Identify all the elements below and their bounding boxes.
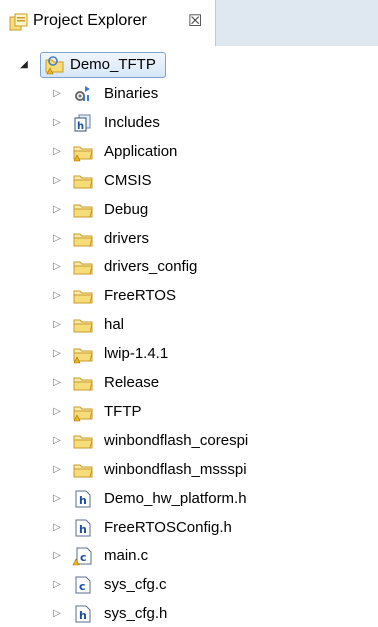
c-file-icon: c [72, 575, 94, 595]
tree-item-label: lwip-1.4.1 [104, 345, 169, 363]
svg-text:c: c [79, 580, 86, 593]
folder-icon [72, 171, 94, 191]
expand-arrow-icon[interactable]: ◢ [19, 59, 29, 71]
expand-arrow-icon[interactable]: ▷ [52, 406, 62, 418]
project-explorer-icon [9, 13, 29, 33]
tab-title: Project Explorer [33, 12, 147, 29]
expand-arrow-icon[interactable]: ▷ [52, 88, 62, 100]
folder-icon [72, 286, 94, 306]
binaries-icon [72, 84, 94, 104]
tree-item[interactable]: ▷ Application [0, 139, 378, 165]
folder-warning-icon [72, 344, 94, 364]
tab-project-explorer[interactable]: Project Explorer ☒ [0, 0, 216, 46]
folder-icon [72, 229, 94, 249]
close-icon[interactable]: ☒ [188, 11, 202, 31]
folder-icon [72, 315, 94, 335]
tree-item-label: Demo_hw_platform.h [104, 489, 247, 507]
header-file-icon: h [72, 518, 94, 538]
expand-arrow-icon[interactable]: ▷ [52, 608, 62, 620]
tree-item[interactable]: ▷ CMSIS [0, 168, 378, 194]
tree-item-label: drivers [104, 229, 150, 247]
svg-text:c: c [80, 551, 87, 564]
header-file-icon: h [72, 604, 94, 624]
tree-item-label: FreeRTOS [104, 287, 176, 305]
tree-item-label: Debug [104, 200, 149, 218]
expand-arrow-icon[interactable]: ▷ [52, 175, 62, 187]
tree-item[interactable]: ▷ c main.c [0, 543, 378, 569]
expand-arrow-icon[interactable]: ▷ [52, 319, 62, 331]
tree-item[interactable]: ▷ winbondflash_corespi [0, 428, 378, 454]
folder-icon [72, 431, 94, 451]
tree-item[interactable]: ▷ Release [0, 370, 378, 396]
tree-item[interactable]: ▷ h Demo_hw_platform.h [0, 486, 378, 512]
expand-arrow-icon[interactable]: ▷ [52, 261, 62, 273]
tree-item-label: Binaries [104, 85, 159, 102]
tree-item[interactable]: ▷ TFTP [0, 399, 378, 425]
tree-item-label: TFTP [104, 402, 142, 420]
tree-item-label: Includes [104, 113, 160, 131]
expand-arrow-icon[interactable]: ▷ [52, 377, 62, 389]
tree-root-demo-tftp[interactable]: ◢ Demo_TFTP [0, 52, 378, 78]
svg-text:h: h [79, 494, 87, 507]
tree-item-label: hal [104, 316, 125, 334]
tree-item[interactable]: ▷ FreeRTOS [0, 283, 378, 309]
expand-arrow-icon[interactable]: ▷ [52, 435, 62, 447]
project-tree: ◢ Demo_TFTP ▷ Binaries ▷ h Includes ▷ Applicat… [0, 46, 378, 626]
tree-item-label: Release [104, 374, 160, 391]
expand-arrow-icon[interactable]: ▷ [52, 579, 62, 591]
tree-item[interactable]: ▷ Binaries [0, 81, 378, 107]
tree-item-label: CMSIS [104, 171, 152, 189]
tree-item[interactable]: ▷ h FreeRTOSConfig.h [0, 515, 378, 541]
tree-item[interactable]: ▷ h Includes [0, 110, 378, 136]
svg-text:h: h [77, 121, 84, 132]
expand-arrow-icon[interactable]: ▷ [52, 348, 62, 360]
tree-item-label: winbondflash_mssspi [104, 460, 247, 478]
tree-item[interactable]: ▷ hal [0, 312, 378, 338]
expand-arrow-icon[interactable]: ▷ [52, 522, 62, 534]
expand-arrow-icon[interactable]: ▷ [52, 464, 62, 476]
folder-warning-icon [72, 402, 94, 422]
tree-item[interactable]: ▷ winbondflash_mssspi [0, 457, 378, 483]
expand-arrow-icon[interactable]: ▷ [52, 290, 62, 302]
tree-item-label: winbondflash_corespi [104, 431, 249, 449]
tree-item[interactable]: ▷ drivers_config [0, 254, 378, 280]
folder-icon [72, 200, 94, 220]
tree-item-label: sys_cfg.h [104, 605, 168, 623]
includes-icon: h [72, 113, 94, 133]
project-folder-warning-icon [44, 55, 66, 75]
folder-icon [72, 373, 94, 393]
tree-item[interactable]: ▷ lwip-1.4.1 [0, 341, 378, 367]
tree-item[interactable]: ▷ drivers [0, 226, 378, 252]
tree-item-label: Application [104, 142, 178, 160]
svg-text:h: h [79, 609, 87, 622]
expand-arrow-icon[interactable]: ▷ [52, 204, 62, 216]
tree-item-label: main.c [104, 547, 149, 565]
tree-item-label: drivers_config [104, 258, 198, 276]
tree-item[interactable]: ▷ c sys_cfg.c [0, 572, 378, 598]
expand-arrow-icon[interactable]: ▷ [52, 146, 62, 158]
tree-item[interactable]: ▷ h sys_cfg.h [0, 601, 378, 627]
tree-item-label: FreeRTOSConfig.h [104, 518, 232, 536]
c-file-warning-icon: c [72, 546, 94, 566]
folder-icon [72, 460, 94, 480]
view-tab-bar: Project Explorer ☒ [0, 0, 378, 46]
expand-arrow-icon[interactable]: ▷ [52, 493, 62, 505]
tree-item-label: sys_cfg.c [104, 576, 167, 594]
header-file-icon: h [72, 489, 94, 509]
folder-warning-icon [72, 142, 94, 162]
expand-arrow-icon[interactable]: ▷ [52, 233, 62, 245]
svg-text:h: h [79, 523, 87, 536]
expand-arrow-icon[interactable]: ▷ [52, 550, 62, 562]
tree-item[interactable]: ▷ Debug [0, 197, 378, 223]
tree-item-label: Demo_TFTP [70, 56, 156, 73]
folder-icon [72, 257, 94, 277]
expand-arrow-icon[interactable]: ▷ [52, 117, 62, 129]
